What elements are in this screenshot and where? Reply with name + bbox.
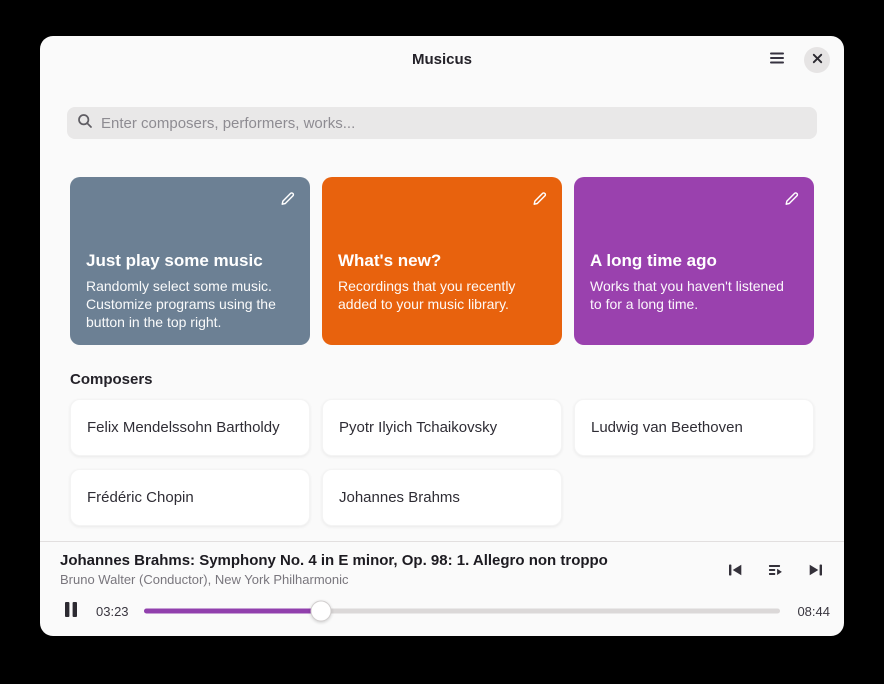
program-card-long-time-ago[interactable]: A long time ago Works that you haven't l…: [574, 177, 814, 345]
player-buttons: [720, 556, 830, 586]
track-title: Johannes Brahms: Symphony No. 4 in E min…: [60, 552, 608, 569]
program-card-just-play[interactable]: Just play some music Randomly select som…: [70, 177, 310, 345]
pencil-icon: [783, 190, 800, 210]
program-description: Recordings that you recently added to yo…: [338, 277, 546, 313]
playlist-button[interactable]: [760, 556, 790, 586]
composer-card[interactable]: Pyotr Ilyich Tchaikovsky: [322, 399, 562, 456]
pause-icon: [64, 601, 78, 621]
search-icon: [77, 113, 93, 134]
previous-track-button[interactable]: [720, 556, 750, 586]
program-cards: Just play some music Randomly select som…: [70, 177, 814, 345]
program-title: A long time ago: [590, 177, 798, 272]
window-title: Musicus: [412, 51, 472, 68]
elapsed-time: 03:23: [96, 604, 132, 619]
pause-button[interactable]: [56, 596, 86, 626]
header-actions: [764, 36, 830, 83]
player-bar: Johannes Brahms: Symphony No. 4 in E min…: [40, 541, 844, 636]
close-icon: [812, 52, 823, 67]
program-description: Works that you haven't listened to for a…: [590, 277, 798, 313]
skip-forward-icon: [807, 562, 824, 581]
composer-card[interactable]: Ludwig van Beethoven: [574, 399, 814, 456]
seek-fill: [144, 609, 321, 614]
composers-heading: Composers: [70, 371, 814, 388]
search-bar[interactable]: [67, 107, 817, 139]
composer-grid: Felix Mendelssohn Bartholdy Pyotr Ilyich…: [70, 399, 814, 526]
close-button[interactable]: [804, 47, 830, 73]
player-top-row: Johannes Brahms: Symphony No. 4 in E min…: [40, 542, 844, 587]
pencil-icon: [531, 190, 548, 210]
composer-card[interactable]: Frédéric Chopin: [70, 469, 310, 526]
edit-program-button[interactable]: [273, 186, 301, 214]
pencil-icon: [279, 190, 296, 210]
program-card-whats-new[interactable]: What's new? Recordings that you recently…: [322, 177, 562, 345]
header-bar: Musicus: [40, 36, 844, 83]
app-window: Musicus: [40, 36, 844, 636]
menu-button[interactable]: [764, 47, 790, 73]
next-track-button[interactable]: [800, 556, 830, 586]
skip-backward-icon: [727, 562, 744, 581]
program-title: Just play some music: [86, 177, 294, 272]
edit-program-button[interactable]: [777, 186, 805, 214]
seek-slider[interactable]: [144, 599, 780, 623]
hamburger-icon: [769, 51, 785, 68]
track-info: Johannes Brahms: Symphony No. 4 in E min…: [60, 552, 608, 587]
total-time: 08:44: [794, 604, 830, 619]
composer-card[interactable]: Johannes Brahms: [322, 469, 562, 526]
edit-program-button[interactable]: [525, 186, 553, 214]
search-input[interactable]: [101, 115, 807, 132]
track-performers: Bruno Walter (Conductor), New York Philh…: [60, 572, 608, 587]
composer-card[interactable]: Felix Mendelssohn Bartholdy: [70, 399, 310, 456]
program-title: What's new?: [338, 177, 546, 272]
program-description: Randomly select some music. Customize pr…: [86, 277, 294, 332]
playlist-icon: [767, 562, 784, 581]
player-bottom-row: 03:23 08:44: [40, 587, 844, 626]
seek-handle[interactable]: [310, 601, 331, 622]
